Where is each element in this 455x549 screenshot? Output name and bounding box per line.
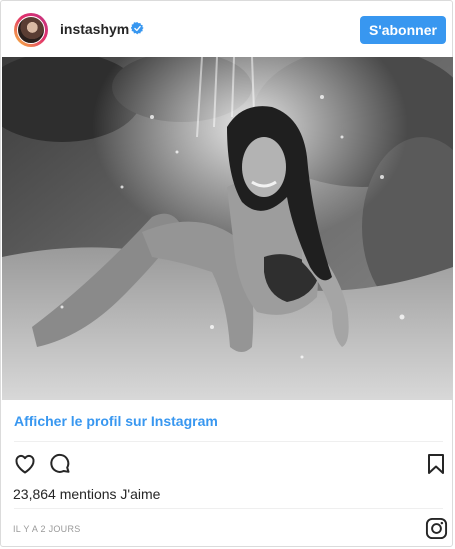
- likes-count: 23,864 mentions J'aime: [13, 486, 161, 502]
- instagram-logo-icon[interactable]: [425, 517, 448, 540]
- comment-icon[interactable]: [48, 452, 72, 476]
- photo-image: [2, 57, 453, 400]
- post-photo[interactable]: [2, 57, 453, 400]
- view-profile-link[interactable]: Afficher le profil sur Instagram: [14, 413, 218, 429]
- avatar[interactable]: [14, 13, 48, 47]
- username-link[interactable]: instashym: [60, 21, 129, 37]
- post-header: instashym S'abonner: [1, 1, 454, 57]
- avatar-image: [17, 16, 45, 44]
- divider: [14, 508, 443, 509]
- divider: [14, 441, 443, 442]
- follow-button[interactable]: S'abonner: [360, 16, 446, 44]
- heart-icon[interactable]: [13, 452, 37, 476]
- verified-badge-icon: [131, 22, 144, 35]
- bookmark-icon[interactable]: [424, 452, 448, 476]
- post-timestamp[interactable]: IL Y A 2 JOURS: [13, 524, 81, 534]
- instagram-embed-card: instashym S'abonner Afficher le profil s…: [0, 0, 453, 547]
